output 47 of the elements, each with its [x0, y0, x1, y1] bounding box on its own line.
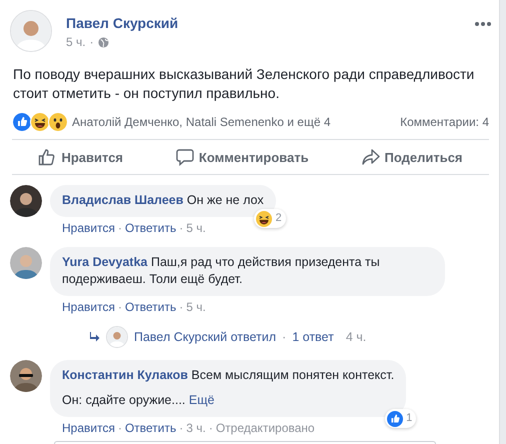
separator-dot: ·	[179, 300, 184, 314]
comment-action-link[interactable]: Ответить	[124, 300, 176, 314]
comment-action-link[interactable]: Ответить	[124, 221, 176, 235]
comment-action-link[interactable]: Нравится	[62, 221, 115, 235]
reply-time: 4 ч.	[346, 330, 366, 344]
see-more-link[interactable]: Ещё	[188, 393, 214, 407]
separator-dot: ·	[118, 300, 122, 314]
laughing-emoji-icon	[30, 112, 50, 132]
thumbs-up-icon	[38, 148, 56, 166]
like-reaction-icon	[387, 410, 404, 426]
commenter-name[interactable]: Владислав Шалеев	[62, 193, 184, 207]
comment-action-link[interactable]: Нравится	[62, 421, 115, 435]
replies-link[interactable]: Павел Скурский ответил	[134, 330, 276, 344]
avatar-icon[interactable]	[10, 185, 42, 217]
reactors-link[interactable]: Анатолій Демченко, Natali Semenenko и ещё 4	[72, 115, 400, 129]
speech-bubble-icon	[176, 148, 194, 166]
separator-dot: ·	[179, 421, 184, 435]
like-reaction-icon	[12, 112, 32, 132]
comment-field[interactable]	[54, 441, 436, 444]
separator-dot: ·	[118, 221, 122, 235]
post-text: По поводу вчерашних высказываний Зеленского ради справедливости стоит отметить - он поступил правильно.	[13, 65, 476, 103]
share-button[interactable]: Поделиться	[354, 144, 471, 170]
comment-text: Владислав Шалеев Он же не лох	[62, 192, 264, 209]
comments-count[interactable]: Комментарии: 4	[400, 115, 489, 129]
scrollbar[interactable]	[499, 0, 506, 444]
separator-dot: ·	[282, 330, 286, 344]
commenter-name[interactable]: Константин Кулаков	[62, 368, 188, 382]
separator-dot: ·	[179, 221, 184, 235]
comment-action-link[interactable]: Ответить	[124, 421, 176, 435]
like-button[interactable]: Нравится	[30, 144, 132, 170]
separator-dot: ·	[208, 421, 213, 435]
separator-dot: ·	[90, 35, 94, 49]
globe-icon	[98, 36, 109, 48]
laughing-emoji-icon	[256, 210, 272, 226]
surprised-emoji-icon	[48, 112, 68, 132]
reply-count[interactable]: 1 ответ	[292, 330, 334, 344]
comment-text: Константин Кулаков Всем мыслящим понятен контекст.	[62, 367, 394, 384]
comment-text: Он: сдайте оружие.... Ещё	[62, 392, 216, 409]
avatar-icon[interactable]	[10, 360, 42, 392]
author-name[interactable]: Павел Скурский	[66, 15, 465, 31]
comment-button[interactable]: Комментировать	[168, 144, 317, 170]
separator-dot: ·	[118, 421, 122, 435]
reply-arrow-icon	[90, 332, 100, 342]
commenter-name[interactable]: Yura Devyatka	[62, 255, 148, 269]
share-arrow-icon	[362, 148, 380, 166]
comment-text: Yura Devyatka Паш,я рад что действия призедента ты подерживаеш. Толи ещё будет.	[62, 254, 381, 288]
comment-action-link[interactable]: Нравится	[62, 300, 115, 314]
